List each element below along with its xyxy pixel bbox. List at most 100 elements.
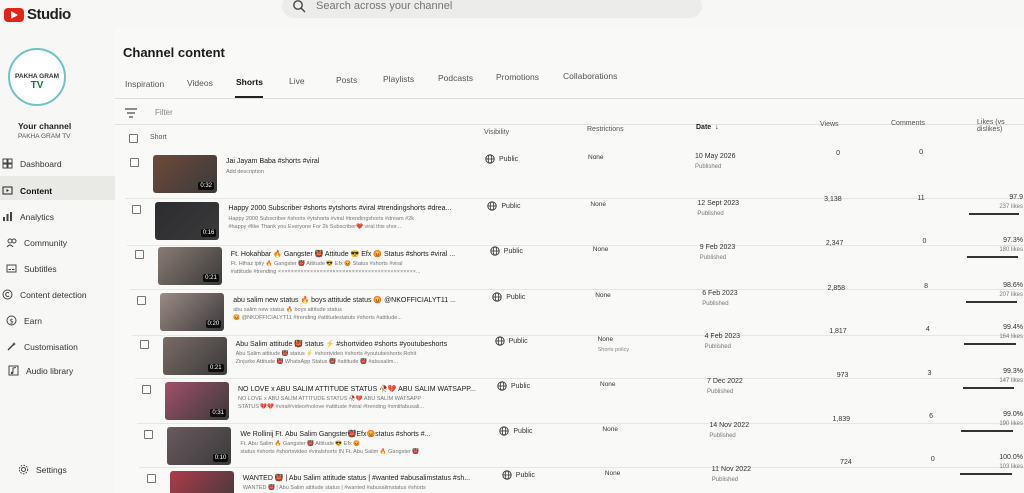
video-title[interactable]: Ft. Hokahbar 🔥 Gangster 👹 Attitude 😎 Efx… xyxy=(231,250,455,258)
sidebar: PAKHA GRAM TV Your channel PAKHA GRAM TV… xyxy=(0,28,115,493)
video-thumbnail[interactable]: 0:20 xyxy=(160,293,225,331)
visibility-control[interactable]: Public xyxy=(487,201,520,211)
filter-icon[interactable] xyxy=(125,108,137,118)
sidebar-item-label: Content detection xyxy=(20,289,87,300)
sidebar-item-analytics[interactable]: Analytics xyxy=(2,211,54,222)
row-checkbox[interactable] xyxy=(146,474,156,483)
visibility-control[interactable]: Public xyxy=(490,246,523,256)
views-count: 724 xyxy=(840,459,852,467)
tab-live[interactable]: Live xyxy=(289,76,305,86)
audio-library-icon xyxy=(8,365,19,376)
tab-collaborations[interactable]: Collaborations xyxy=(563,71,617,81)
visibility-control[interactable]: Public xyxy=(502,470,535,480)
comments-count: 11 xyxy=(917,194,925,202)
row-checkbox[interactable] xyxy=(132,205,142,214)
likes-ratio-bar xyxy=(964,343,1016,346)
row-checkbox[interactable] xyxy=(144,430,154,439)
row-checkbox[interactable] xyxy=(139,340,149,349)
row-divider xyxy=(127,244,1024,246)
video-title[interactable]: NO LOVE x ABU SALIM ATTITUDE STATUS 🥀💔 A… xyxy=(238,385,476,393)
row-checkbox[interactable] xyxy=(137,296,147,305)
comments-count: 0 xyxy=(930,456,935,464)
video-description: Ft. Abu Salim 🔥 Gangster 👹 Attitude 😎 Ef… xyxy=(240,441,361,447)
tab-posts[interactable]: Posts xyxy=(336,75,357,85)
column-header-restrictions[interactable]: Restrictions xyxy=(587,126,624,133)
sidebar-item-subtitles[interactable]: Subtitles xyxy=(6,263,57,274)
sidebar-item-content[interactable]: Content xyxy=(2,185,52,196)
filter-input[interactable]: Filter xyxy=(155,108,173,117)
restriction-label: None xyxy=(597,336,614,343)
column-header-likes[interactable]: Likes (vs dislikes) xyxy=(977,119,1024,133)
row-checkbox[interactable] xyxy=(134,250,144,259)
column-header-visibility[interactable]: Visibility xyxy=(484,129,509,136)
column-header-short[interactable]: Short xyxy=(150,134,167,141)
sidebar-item-audio-library[interactable]: Audio library xyxy=(8,365,73,376)
column-header-date[interactable]: Date ↓ xyxy=(696,124,719,131)
copyright-icon xyxy=(2,289,13,300)
sidebar-item-settings[interactable]: Settings xyxy=(18,464,67,475)
sidebar-item-label: Settings xyxy=(36,464,67,475)
sidebar-item-label: Audio library xyxy=(26,365,74,376)
tab-shorts[interactable]: Shorts xyxy=(236,77,263,87)
page-title: Channel content xyxy=(123,45,225,60)
tab-inspiration[interactable]: Inspiration xyxy=(125,79,164,89)
restriction-label: None xyxy=(592,246,609,253)
channel-name: PAKHA GRAM TV xyxy=(18,133,71,140)
video-thumbnail[interactable]: 0:32 xyxy=(153,155,217,193)
visibility-control[interactable]: Public xyxy=(494,336,528,346)
analytics-icon xyxy=(3,212,12,221)
duration-badge: 0:16 xyxy=(200,229,217,237)
column-header-comments[interactable]: Comments xyxy=(891,120,925,127)
likes-percentage: 97.3% xyxy=(1003,237,1023,245)
likes-ratio-bar xyxy=(959,472,1012,475)
video-title[interactable]: We Rollinij Ft. Abu Salim Gangster👹Efx😡s… xyxy=(240,430,430,438)
video-thumbnail[interactable]: 0:10 xyxy=(167,427,232,465)
video-description: STATUS 💔💔 #viral#video#nolove #attitude … xyxy=(238,404,424,410)
sidebar-item-community[interactable]: Community xyxy=(6,237,67,248)
tab-videos[interactable]: Videos xyxy=(187,78,213,88)
video-title[interactable]: Abu Salim attitude 👹 status ⚡ #shortvide… xyxy=(236,340,448,348)
publish-status: Published xyxy=(704,344,731,351)
visibility-control[interactable]: Public xyxy=(485,154,518,164)
tab-playlists[interactable]: Playlists xyxy=(383,74,414,84)
visibility-control[interactable]: Public xyxy=(497,381,530,391)
video-title[interactable]: Jai Jayam Baba #shorts #viral xyxy=(226,158,319,165)
publish-status: Published xyxy=(699,255,727,262)
sidebar-item-content-detection[interactable]: Content detection xyxy=(2,289,87,300)
search-input[interactable] xyxy=(316,0,676,12)
filter-divider xyxy=(115,124,1024,125)
row-checkbox[interactable] xyxy=(142,385,151,394)
likes-percentage: 97.9 xyxy=(1009,193,1023,201)
sidebar-item-earn[interactable]: $ Earn xyxy=(6,315,42,326)
search-bar[interactable] xyxy=(282,0,702,18)
video-thumbnail[interactable]: 0:16 xyxy=(155,202,220,240)
video-description: #happy #like Thank you Everyone For 2k S… xyxy=(228,224,402,230)
studio-logo[interactable]: Studio xyxy=(4,6,71,23)
community-icon xyxy=(6,238,17,248)
sidebar-item-label: Community xyxy=(24,237,67,248)
sidebar-item-dashboard[interactable]: Dashboard xyxy=(2,158,62,169)
date-header-label: Date xyxy=(696,124,712,131)
video-title[interactable]: abu salim new status 🔥 boys attitude sta… xyxy=(233,296,456,304)
duration-badge: 0:32 xyxy=(198,182,214,190)
video-title[interactable]: WANTED 👹 | Abu Salim attitude status | #… xyxy=(243,474,470,482)
row-checkbox[interactable] xyxy=(130,158,139,167)
visibility-control[interactable]: Public xyxy=(499,426,532,436)
video-title[interactable]: Happy 2000 Subscriber #shorts #ytshorts … xyxy=(228,205,451,212)
select-all-checkbox[interactable] xyxy=(129,134,138,143)
video-thumbnail[interactable] xyxy=(169,471,234,493)
visibility-control[interactable]: Public xyxy=(492,292,525,302)
comments-count: 6 xyxy=(929,413,934,421)
sidebar-item-customisation[interactable]: Customisation xyxy=(6,341,78,352)
column-header-views[interactable]: Views xyxy=(820,121,839,128)
channel-avatar[interactable]: PAKHA GRAM TV xyxy=(8,48,66,106)
views-count: 973 xyxy=(836,372,849,380)
restriction-label: None xyxy=(602,426,618,433)
tab-promotions[interactable]: Promotions xyxy=(496,72,539,82)
upload-date: 10 May 2026 xyxy=(695,153,736,160)
video-thumbnail[interactable]: 0:31 xyxy=(165,382,229,420)
tab-podcasts[interactable]: Podcasts xyxy=(438,73,473,83)
likes-ratio-bar xyxy=(962,386,1015,389)
video-thumbnail[interactable]: 0:21 xyxy=(157,247,222,285)
video-thumbnail[interactable]: 0:21 xyxy=(162,337,227,375)
